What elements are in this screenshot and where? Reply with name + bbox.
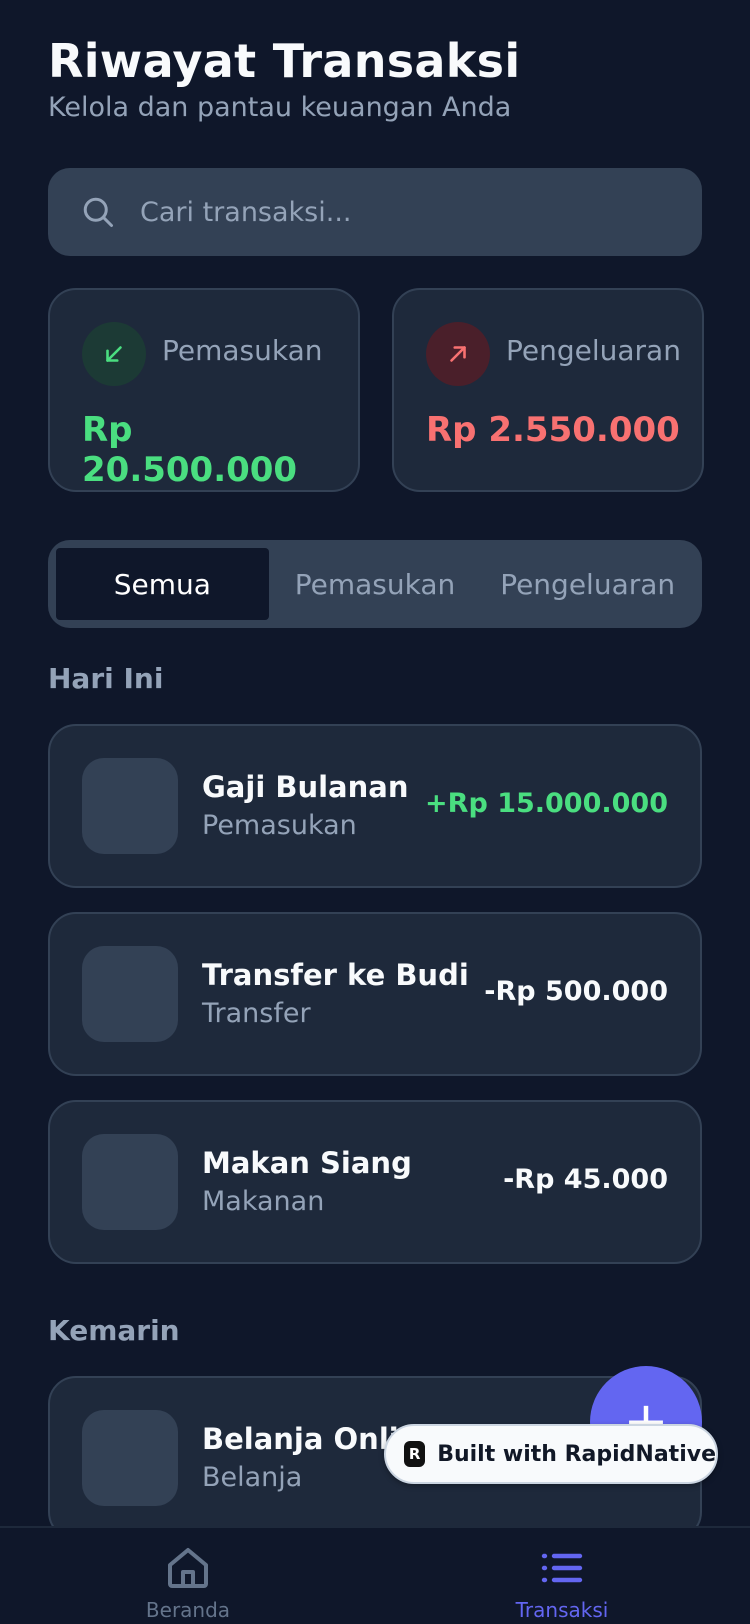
page-header: Riwayat Transaksi Kelola dan pantau keua… — [48, 34, 520, 123]
income-value: Rp 20.500.000 — [82, 410, 298, 490]
tab-semua[interactable]: Semua — [56, 548, 269, 620]
transaction-amount: +Rp 15.000.000 — [425, 788, 668, 819]
nav-item-transaksi[interactable]: Transaksi — [462, 1528, 662, 1624]
transaction-icon-placeholder — [82, 946, 178, 1042]
transaction-name: Gaji Bulanan — [202, 770, 409, 804]
expense-summary-card: Pengeluaran Rp 2.550.000 — [392, 288, 704, 492]
home-icon — [168, 1548, 208, 1588]
income-summary-card: Pemasukan Rp 20.500.000 — [48, 288, 360, 492]
transaction-category: Pemasukan — [202, 810, 357, 841]
transaction-name: Transfer ke Budi — [202, 958, 469, 992]
page-title: Riwayat Transaksi — [48, 34, 521, 88]
arrow-up-right-icon — [450, 346, 466, 362]
transaction-category: Belanja — [202, 1462, 303, 1493]
tab-pengeluaran[interactable]: Pengeluaran — [481, 548, 694, 620]
transaction-icon-placeholder — [82, 758, 178, 854]
transaction-name: Makan Siang — [202, 1146, 412, 1180]
transaction-item[interactable]: Gaji Bulanan Pemasukan +Rp 15.000.000 — [48, 724, 702, 888]
section-yesterday-label: Kemarin — [48, 1314, 180, 1347]
transaction-icon-placeholder — [82, 1410, 178, 1506]
transaction-amount: -Rp 500.000 — [484, 976, 668, 1007]
expense-icon-circle — [426, 322, 490, 386]
transaction-icon-placeholder — [82, 1134, 178, 1230]
income-icon-circle — [82, 322, 146, 386]
section-today-label: Hari Ini — [48, 662, 164, 695]
search-bar[interactable] — [48, 168, 702, 256]
transaction-item[interactable]: Transfer ke Budi Transfer -Rp 500.000 — [48, 912, 702, 1076]
nav-label-beranda: Beranda — [145, 1598, 231, 1622]
transaction-item[interactable]: Makan Siang Makanan -Rp 45.000 — [48, 1100, 702, 1264]
transaction-amount: -Rp 45.000 — [503, 1164, 668, 1195]
search-input[interactable] — [140, 196, 660, 228]
expense-label: Pengeluaran — [506, 334, 681, 367]
expense-value: Rp 2.550.000 — [426, 410, 680, 450]
search-icon — [83, 197, 113, 227]
nav-label-transaksi: Transaksi — [515, 1598, 609, 1622]
badge-text: Built with RapidNative — [437, 1441, 716, 1467]
tab-pemasukan[interactable]: Pemasukan — [269, 548, 482, 620]
rapidnative-logo-icon: R — [404, 1441, 426, 1467]
arrow-down-left-icon — [106, 346, 122, 362]
bottom-nav: Beranda Transaksi — [0, 1526, 750, 1624]
rapidnative-badge[interactable]: R Built with RapidNative — [384, 1424, 718, 1484]
income-label: Pemasukan — [162, 334, 323, 367]
filter-tabs: Semua Pemasukan Pengeluaran — [48, 540, 702, 628]
page-subtitle: Kelola dan pantau keuangan Anda — [48, 92, 512, 123]
nav-item-beranda[interactable]: Beranda — [88, 1528, 288, 1624]
list-icon — [541, 1553, 583, 1583]
transaction-category: Transfer — [202, 998, 311, 1029]
transaction-category: Makanan — [202, 1186, 325, 1217]
